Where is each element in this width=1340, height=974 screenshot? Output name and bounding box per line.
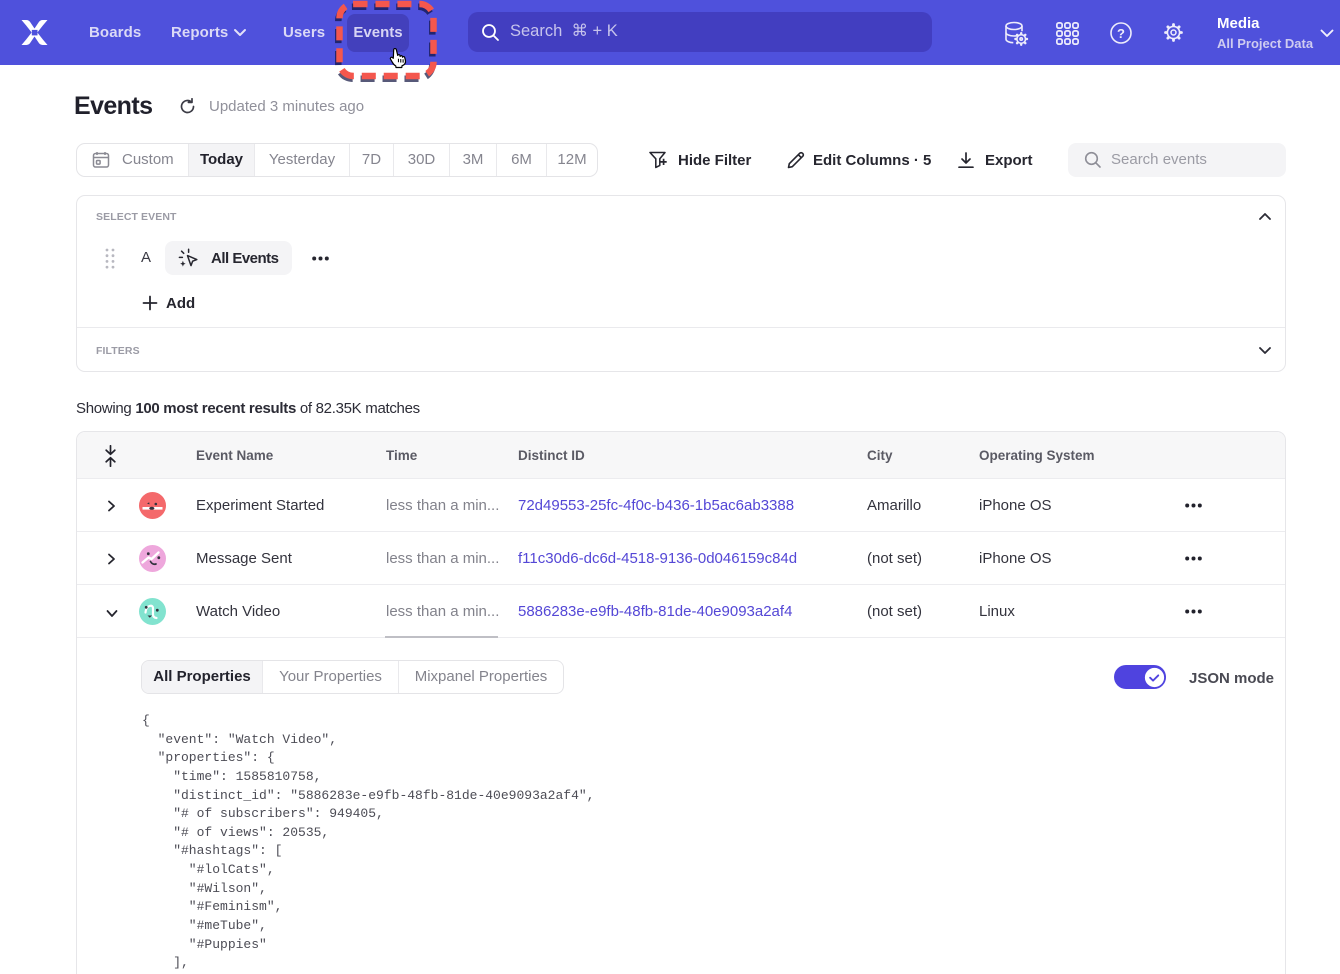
svg-text:?: ? [1117,26,1125,41]
